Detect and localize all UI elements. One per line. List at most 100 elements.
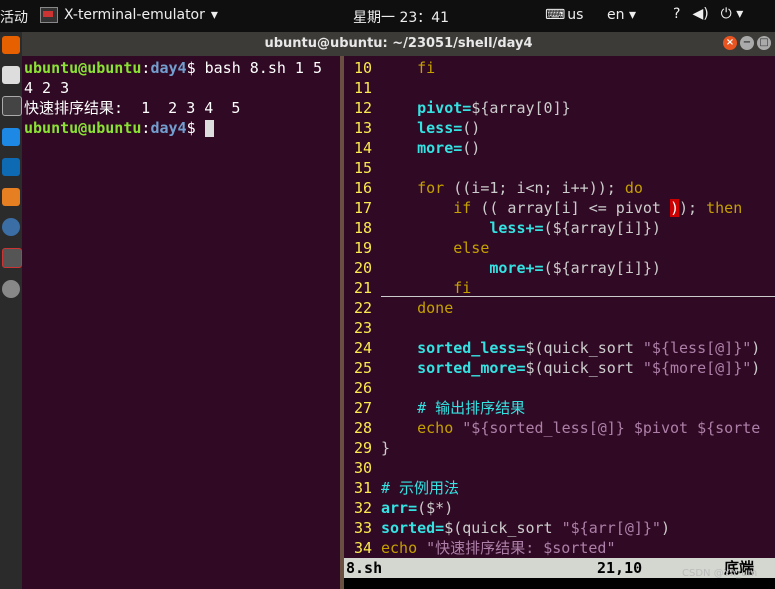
code-text: more=() xyxy=(417,139,481,157)
cursorline-underline xyxy=(381,296,775,297)
vscode-icon[interactable] xyxy=(2,128,20,146)
code-line: 28 echo "${sorted_less[@]} $pivot ${sort… xyxy=(344,418,775,438)
prompt-path: day4 xyxy=(150,59,187,77)
code-text: fi xyxy=(417,59,436,77)
prompt-symbol: $ xyxy=(186,119,205,137)
status-filename: 8.sh xyxy=(346,559,383,577)
line-number: 33 xyxy=(353,519,372,537)
code-line: 17 if (( array[i] <= pivot )); then xyxy=(344,198,775,218)
prompt-path: day4 xyxy=(150,119,187,137)
terminal-pane[interactable]: ubuntu@ubuntu:day4$ bash 8.sh 1 5 4 2 3 … xyxy=(22,56,340,589)
code-text: } xyxy=(381,439,391,457)
code-line: 13 less=() xyxy=(344,118,775,138)
code-text: for ((i=1; i<n; i++)); do xyxy=(417,179,643,197)
code-line: 15 xyxy=(344,158,775,178)
code-line: 26 xyxy=(344,378,775,398)
line-number: 18 xyxy=(353,219,372,237)
code-text: done xyxy=(417,299,454,317)
terminal-cursor xyxy=(204,120,214,137)
app-icon[interactable] xyxy=(2,158,20,176)
code-text: less+=(${array[i]}) xyxy=(489,219,661,237)
code-line: 16 for ((i=1; i<n; i++)); do xyxy=(344,178,775,198)
code-line: 33 sorted=$(quick_sort "${arr[@]}") xyxy=(344,518,775,538)
terminal-output: 快速排序结果: 1 2 3 4 5 xyxy=(24,99,241,117)
line-number: 14 xyxy=(353,139,372,157)
code-text: if (( array[i] <= pivot )); then xyxy=(453,199,743,217)
code-line: 29} xyxy=(344,438,775,458)
files-icon[interactable] xyxy=(2,66,20,84)
x-terminal-icon[interactable] xyxy=(2,248,22,268)
line-number: 21 xyxy=(353,279,372,297)
line-number: 25 xyxy=(353,359,372,377)
code-line: 19 else xyxy=(344,238,775,258)
input-method-indicator[interactable]: en ▾ xyxy=(607,7,636,23)
code-text: less=() xyxy=(417,119,481,137)
line-number: 19 xyxy=(353,239,372,257)
line-number: 30 xyxy=(353,459,372,477)
line-number: 10 xyxy=(353,59,372,77)
line-number: 23 xyxy=(353,319,372,337)
top-bar: 活动 X-terminal-emulator ▾ 星期一 23：41 ⌨ us … xyxy=(0,0,775,32)
line-number: 22 xyxy=(353,299,372,317)
keyboard-icon: ⌨ xyxy=(545,7,566,23)
window-titlebar[interactable]: ubuntu@ubuntu: ~/23051/shell/day4 × − □ xyxy=(22,32,775,56)
line-number: 28 xyxy=(353,419,372,437)
line-number: 29 xyxy=(353,439,372,457)
clock[interactable]: 星期一 23：41 xyxy=(353,7,449,27)
terminal-app-icon xyxy=(40,7,58,23)
code-text: arr=($*) xyxy=(381,499,454,517)
line-number: 20 xyxy=(353,259,372,277)
code-line: 10 fi xyxy=(344,58,775,78)
activities-button[interactable]: 活动 xyxy=(0,7,28,27)
minimize-button[interactable]: − xyxy=(740,36,754,50)
line-number: 16 xyxy=(353,179,372,197)
firefox-icon[interactable] xyxy=(2,36,20,54)
network-icon: ? xyxy=(673,6,681,22)
line-number: 31 xyxy=(353,479,372,497)
code-line: 27 # 输出排序结果 xyxy=(344,398,775,418)
globe-icon[interactable] xyxy=(2,218,20,236)
maximize-button[interactable]: □ xyxy=(757,36,771,50)
line-number: 27 xyxy=(353,399,372,417)
code-text: else xyxy=(453,239,490,257)
line-number: 34 xyxy=(353,539,372,557)
line-number: 13 xyxy=(353,119,372,137)
status-position: 21,10 xyxy=(597,559,643,577)
code-line: 11 xyxy=(344,78,775,98)
code-text: echo "快速排序结果: $sorted" xyxy=(381,539,616,557)
watermark: CSDN @Yn_um xyxy=(682,568,758,579)
line-number: 12 xyxy=(353,99,372,117)
code-line: 32 arr=($*) xyxy=(344,498,775,518)
code-text: sorted_less=$(quick_sort "${less[@]}") xyxy=(417,339,761,357)
line-number: 24 xyxy=(353,339,372,357)
line-number: 11 xyxy=(353,79,372,97)
app-menu[interactable]: X-terminal-emulator ▾ xyxy=(40,7,218,23)
code-line: 12 pivot=${array[0]} xyxy=(344,98,775,118)
code-text: sorted_more=$(quick_sort "${more[@]}") xyxy=(417,359,761,377)
code-text: fi xyxy=(453,279,472,297)
terminal-line: ubuntu@ubuntu:day4$ xyxy=(22,118,340,138)
disc-icon[interactable] xyxy=(2,280,20,298)
command-text: $ bash 8.sh 1 5 xyxy=(186,59,323,77)
code-text: # 输出排序结果 xyxy=(417,399,526,417)
code-line: 20 more+=(${array[i]}) xyxy=(344,258,775,278)
software-icon[interactable] xyxy=(2,188,20,206)
code-line: 23 xyxy=(344,318,775,338)
close-button[interactable]: × xyxy=(723,36,737,50)
code-line: 14 more=() xyxy=(344,138,775,158)
code-text: pivot=${array[0]} xyxy=(417,99,571,117)
vim-editor[interactable]: 10 fi 11 12 pivot=${array[0]} 13 less=() 14 … xyxy=(344,56,775,558)
app-name: X-terminal-emulator xyxy=(64,7,205,23)
code-line: 24 sorted_less=$(quick_sort "${less[@]}"… xyxy=(344,338,775,358)
system-tray[interactable]: ? ◀) ⏻ ▾ xyxy=(673,6,743,22)
line-number: 26 xyxy=(353,379,372,397)
keyboard-layout-label: us xyxy=(567,7,584,23)
dock xyxy=(0,32,22,589)
volume-icon: ◀) xyxy=(692,6,709,22)
chevron-down-icon: ▾ xyxy=(210,7,218,23)
code-line: 18 less+=(${array[i]}) xyxy=(344,218,775,238)
terminal-icon[interactable] xyxy=(2,96,22,116)
line-number: 32 xyxy=(353,499,372,517)
input-method-label: en xyxy=(607,7,625,23)
keyboard-layout-indicator[interactable]: ⌨ us xyxy=(545,7,583,23)
